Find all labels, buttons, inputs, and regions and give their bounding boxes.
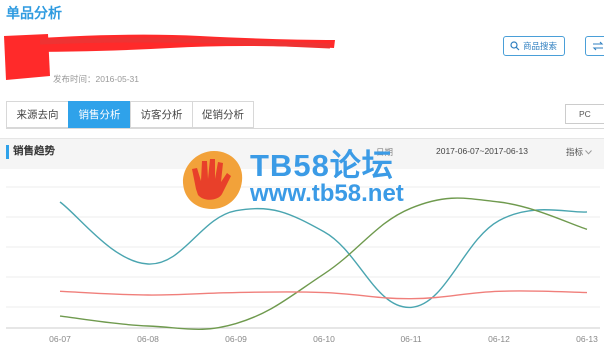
tab-source[interactable]: 来源去向 <box>6 101 68 128</box>
x-tick-label: 06-13 <box>576 334 598 344</box>
x-tick-label: 06-09 <box>225 334 247 344</box>
tab-promotion[interactable]: 促销分析 <box>192 101 254 128</box>
tab-divider <box>6 128 604 129</box>
metric-select[interactable]: 指标 <box>566 146 593 158</box>
series-line-2 <box>59 197 588 331</box>
x-tick-label: 06-10 <box>313 334 335 344</box>
x-tick-label: 06-11 <box>400 334 421 344</box>
analysis-tabs: 来源去向 销售分析 访客分析 促销分析 <box>6 101 254 128</box>
x-tick-label: 06-08 <box>137 334 159 344</box>
trend-title: 销售趋势 <box>13 145 55 157</box>
trend-marker <box>6 145 9 159</box>
x-tick-label: 06-12 <box>488 334 510 344</box>
series-line-3 <box>59 290 588 300</box>
chevron-down-icon <box>585 150 593 155</box>
date-range[interactable]: 2017-06-07~2017-06-13 <box>436 146 528 156</box>
x-tick-label: 06-07 <box>49 334 71 344</box>
terminal-select[interactable]: PC <box>565 104 604 124</box>
publish-date: 发布时间：2016-05-31 <box>53 74 139 84</box>
tab-visitors[interactable]: 访客分析 <box>130 101 192 128</box>
product-search-label: 商品搜索 <box>523 41 558 51</box>
tab-sales[interactable]: 销售分析 <box>68 101 130 128</box>
watermark-line1: TB58论坛 <box>250 148 394 183</box>
redacted-product-name <box>4 34 335 80</box>
compare-button[interactable] <box>585 36 604 56</box>
product-search-button[interactable]: 商品搜索 <box>503 36 565 56</box>
watermark-line2: www.tb58.net <box>250 180 404 207</box>
search-icon <box>510 41 520 51</box>
page-title: 单品分析 <box>6 5 62 21</box>
swap-icon <box>592 41 604 51</box>
